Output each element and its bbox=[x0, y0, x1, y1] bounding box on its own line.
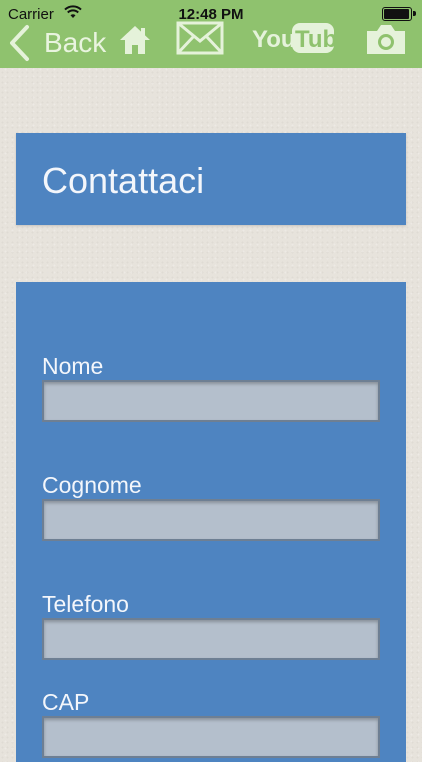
mail-icon[interactable] bbox=[176, 21, 224, 55]
top-bar: Carrier 12:48 PM Back You Tub bbox=[0, 0, 422, 68]
youtube-you-text: You bbox=[252, 26, 296, 53]
page-header: Contattaci bbox=[16, 133, 406, 225]
cognome-input[interactable] bbox=[42, 499, 380, 541]
home-icon[interactable] bbox=[118, 23, 152, 57]
telefono-input[interactable] bbox=[42, 618, 380, 660]
contact-form: Nome Cognome Telefono CAP bbox=[16, 282, 406, 762]
telefono-label: Telefono bbox=[42, 591, 129, 617]
back-chevron-icon bbox=[10, 25, 29, 61]
cognome-label: Cognome bbox=[42, 472, 142, 498]
nome-label: Nome bbox=[42, 353, 104, 379]
nome-input[interactable] bbox=[42, 380, 380, 422]
camera-icon[interactable] bbox=[364, 22, 408, 56]
cap-label: CAP bbox=[42, 689, 90, 715]
navigation-bar: Back You Tube bbox=[0, 18, 422, 68]
youtube-icon[interactable]: You Tube bbox=[252, 22, 334, 54]
cap-input[interactable] bbox=[42, 716, 380, 758]
back-button[interactable]: Back bbox=[8, 22, 106, 64]
page-title: Contattaci bbox=[42, 160, 205, 201]
youtube-tube-text: Tube bbox=[295, 26, 334, 53]
back-button-label: Back bbox=[44, 27, 107, 58]
